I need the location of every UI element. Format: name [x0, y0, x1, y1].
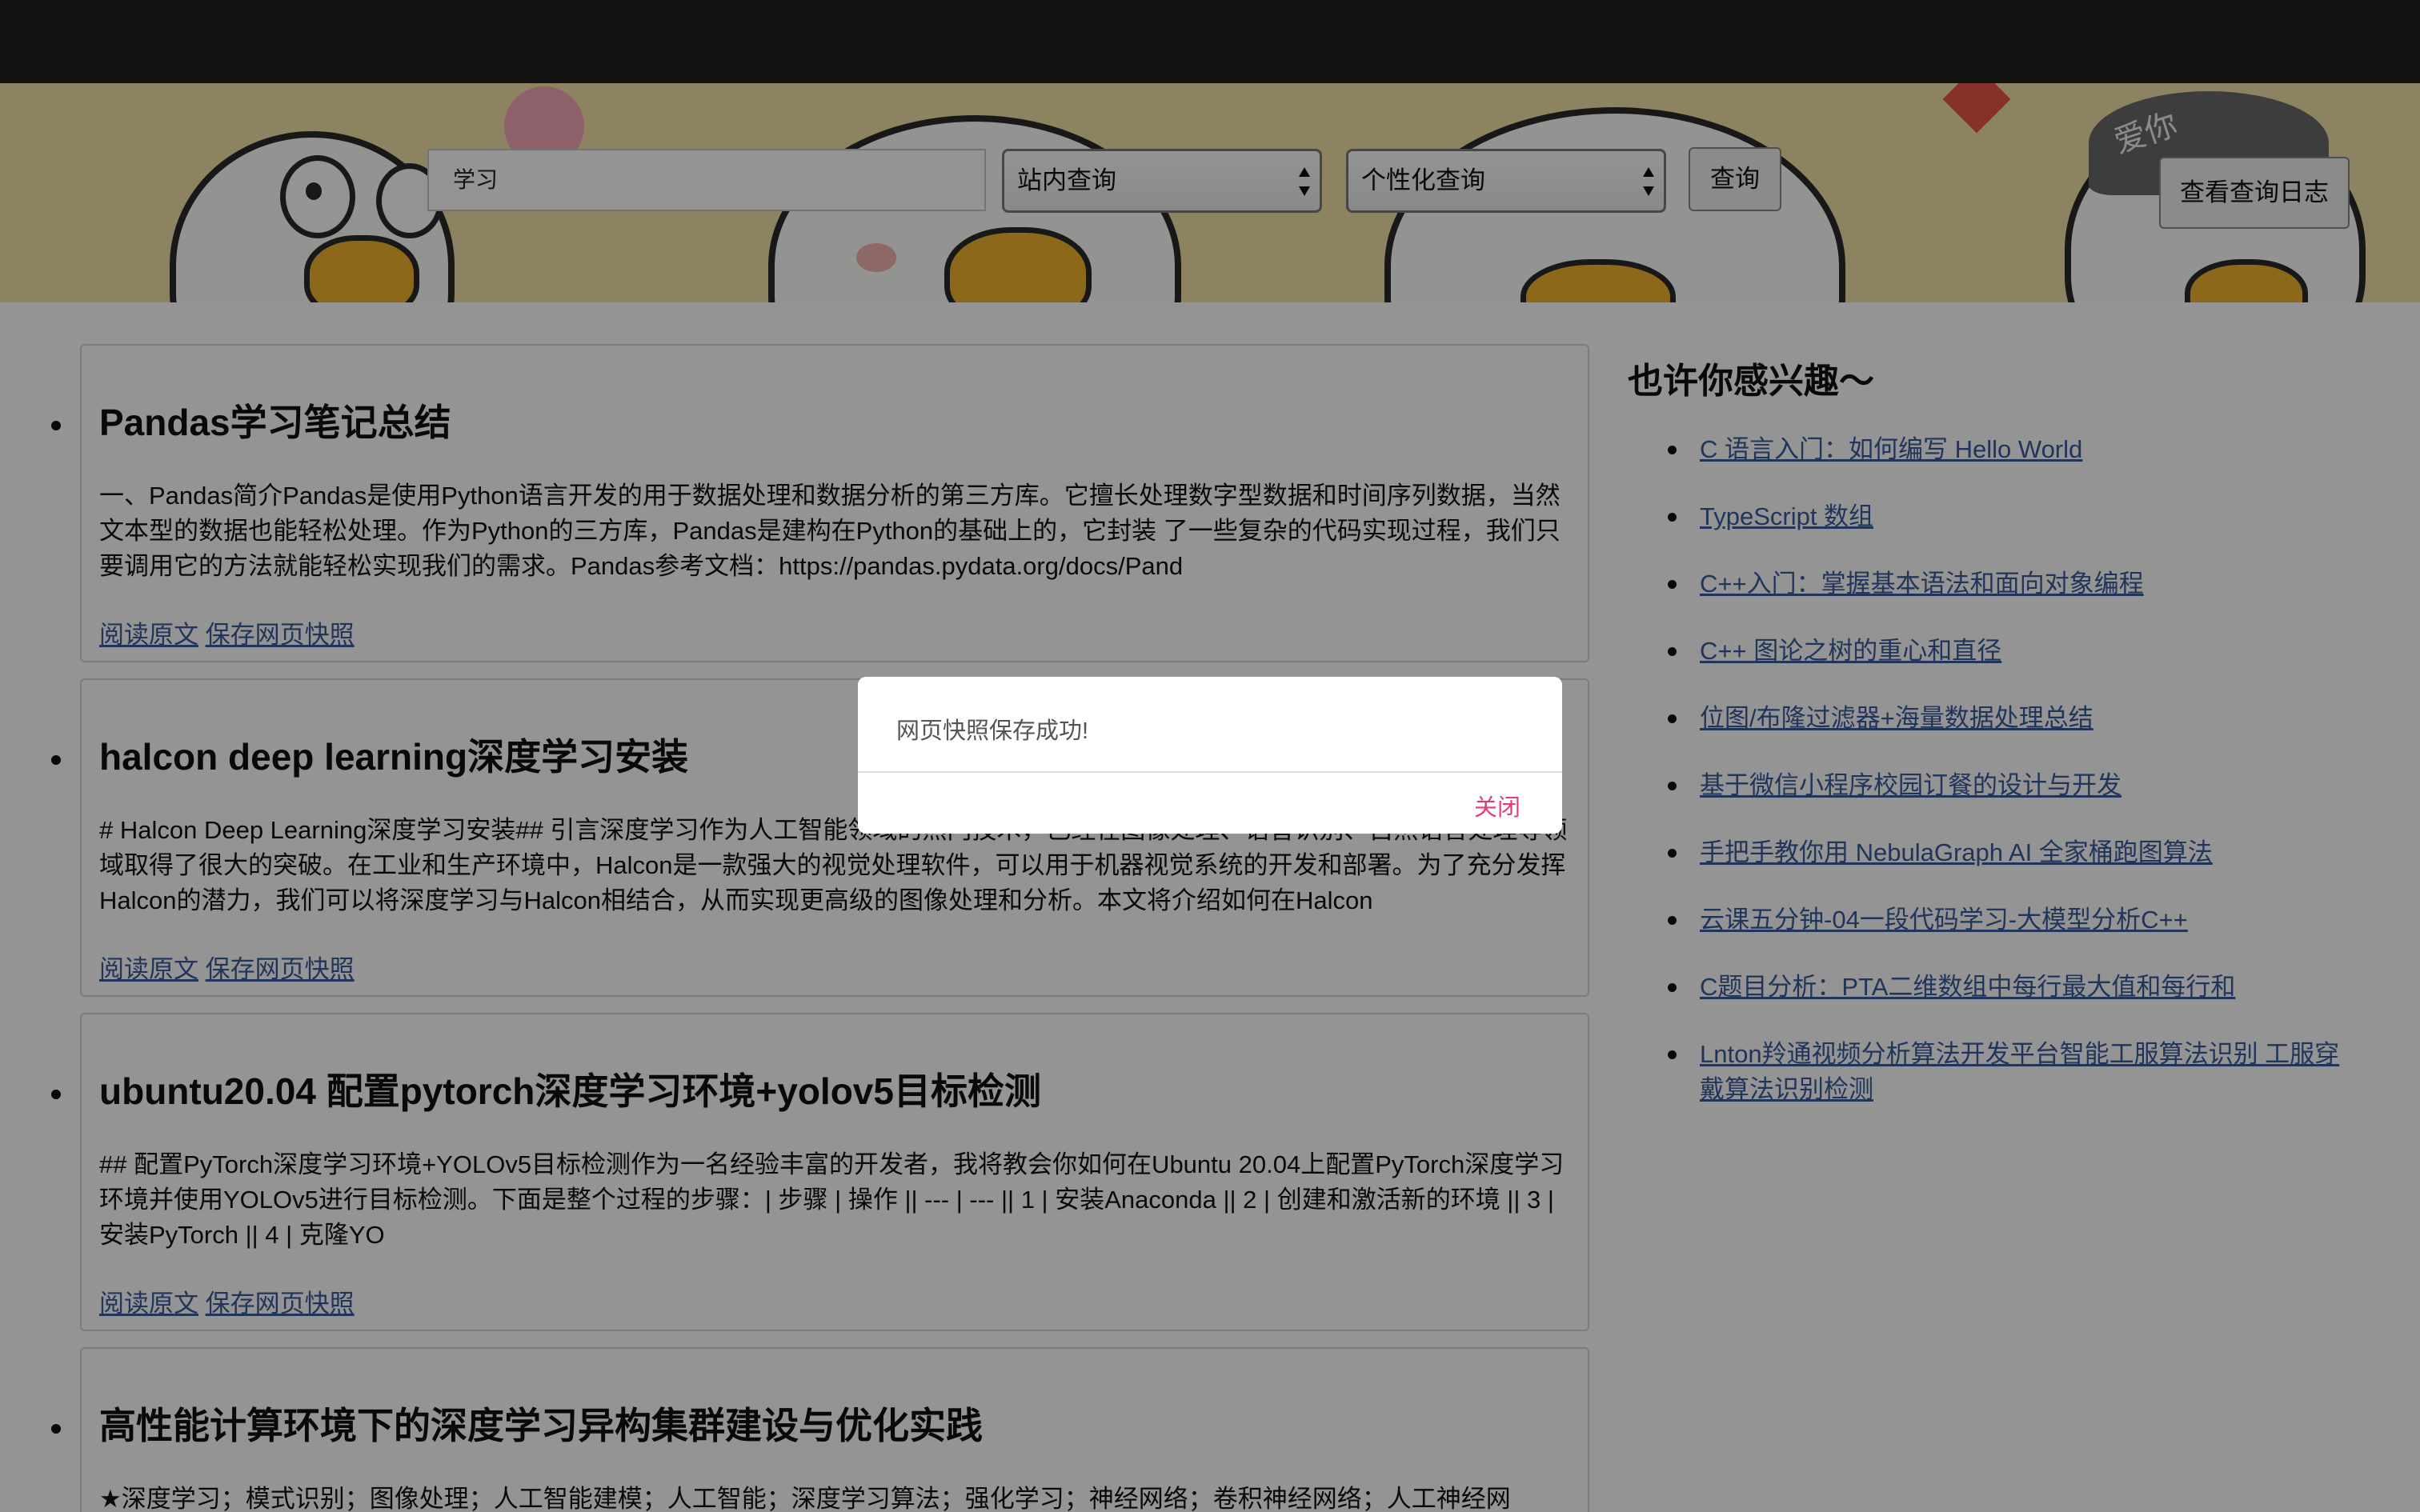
dialog-divider	[858, 771, 1562, 773]
dialog-message: 网页快照保存成功!	[896, 718, 1089, 744]
close-button[interactable]: 关闭	[1474, 789, 1521, 822]
snapshot-saved-dialog: 网页快照保存成功! 关闭	[858, 677, 1562, 834]
top-bar	[0, 0, 2420, 83]
page: 爱你 学习 站内查询 个性化查询 查询 查看查询日志 Pandas学习笔记总结 …	[0, 0, 2420, 1512]
